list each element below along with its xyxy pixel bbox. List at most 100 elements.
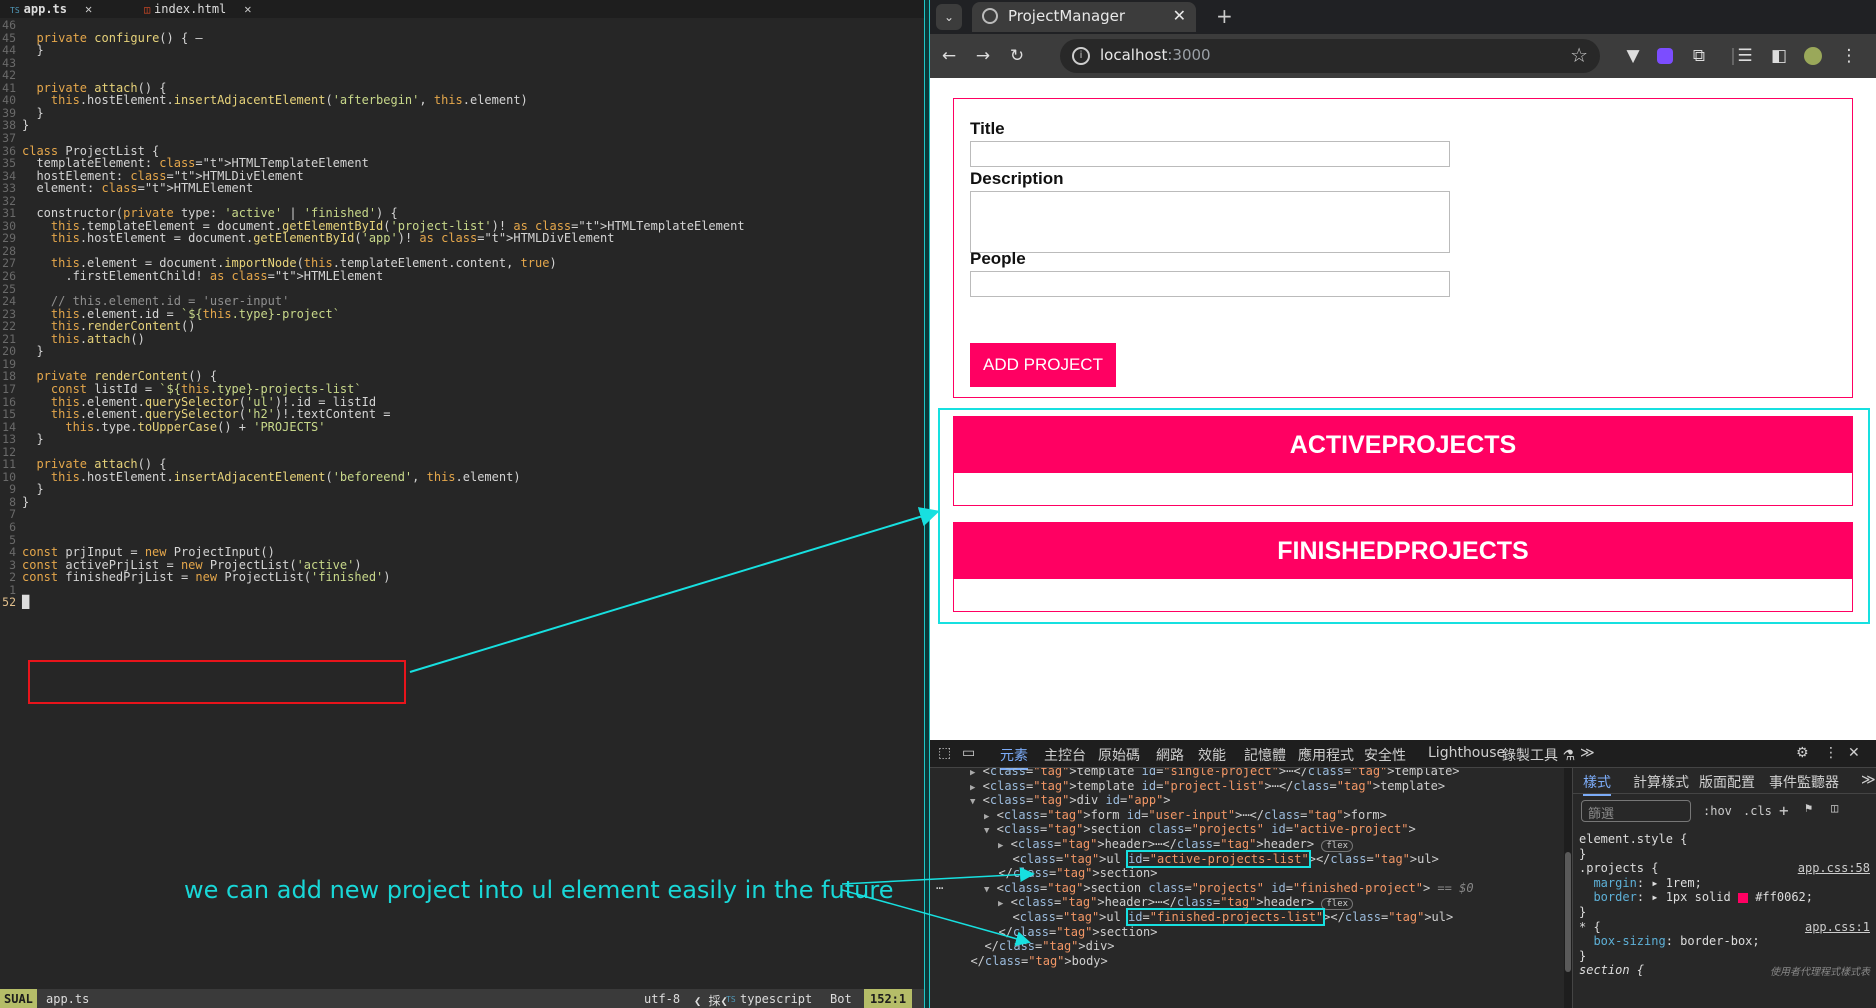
devtools-tab[interactable]: 應用程式 (1298, 745, 1354, 765)
people-input[interactable] (970, 271, 1450, 297)
extension-icon[interactable] (1652, 43, 1678, 69)
title-input[interactable] (970, 141, 1450, 167)
filter-input[interactable]: 篩選 (1581, 800, 1691, 822)
devtools-tab[interactable]: 安全性 (1364, 745, 1406, 765)
style-line[interactable]: section { (1579, 963, 1644, 977)
ellipsis-icon[interactable]: ⋯ (936, 881, 943, 895)
dom-node[interactable]: </class="tag">section> (984, 866, 1157, 880)
style-line[interactable]: margin: ▸ 1rem; (1579, 876, 1701, 890)
devtools-tab[interactable]: 效能 (1198, 745, 1226, 765)
vuetify-extension-icon[interactable]: ▼ (1620, 43, 1646, 69)
devtools-tab[interactable]: 主控台 (1044, 745, 1086, 765)
dom-node[interactable]: ▶ <class="tag">template id="project-list… (970, 779, 1445, 793)
dom-node[interactable]: <class="tag">ul id="finished-projects-li… (998, 908, 1453, 926)
dom-node[interactable]: ▶ <class="tag">template id="single-proje… (970, 768, 1460, 778)
dom-node[interactable]: ▼ <class="tag">section class="projects" … (984, 881, 1474, 895)
reload-icon[interactable]: ↻ (1004, 43, 1030, 69)
code-line[interactable]: } (22, 495, 29, 509)
code-line[interactable]: const finishedPrjList = new ProjectList(… (22, 570, 391, 584)
dom-node[interactable]: <class="tag">ul id="active-projects-list… (998, 849, 1439, 868)
dom-node[interactable]: ▶ <class="tag">form id="user-input">⋯</c… (984, 808, 1387, 822)
dom-tree[interactable]: ▶ <class="tag">template id="single-proje… (930, 768, 1562, 1008)
devtools-tab[interactable]: Lighthouse (1428, 745, 1505, 761)
styles-tab[interactable]: 計算樣式 (1633, 772, 1689, 792)
back-icon[interactable]: ← (936, 43, 962, 69)
site-info-icon[interactable]: i (1072, 47, 1090, 65)
style-source-link[interactable]: app.css:1 (1805, 920, 1870, 934)
tab-search-icon[interactable]: ⌄ (936, 4, 962, 30)
style-line[interactable]: .projects { (1579, 861, 1658, 875)
code-line[interactable]: █ (22, 595, 29, 609)
dom-node[interactable]: </class="tag">section> (984, 925, 1157, 939)
devtools-tab[interactable]: 原始碼 (1098, 745, 1140, 765)
code-line[interactable]: this.type.toUpperCase() + 'PROJECTS' (22, 420, 325, 434)
devtools-tab[interactable]: 元素 (1000, 745, 1028, 770)
style-line[interactable]: } (1579, 949, 1586, 963)
scroll-thumb[interactable] (1565, 852, 1571, 972)
close-icon[interactable]: ✕ (1173, 6, 1186, 25)
dom-node[interactable]: ▼ <class="tag">section class="projects" … (984, 822, 1416, 836)
settings-icon[interactable]: ⚙ (1796, 745, 1809, 761)
styles-tab[interactable]: 版面配置 (1699, 772, 1755, 792)
computed-sidebar-icon[interactable]: ◫ (1831, 801, 1838, 815)
paint-icon[interactable]: ⚑ (1805, 801, 1812, 815)
code-line[interactable]: element: class="t">HTMLElement (22, 181, 253, 195)
description-textarea[interactable] (970, 191, 1450, 253)
code-line[interactable]: } (22, 118, 29, 132)
devtools-tab[interactable]: 錄製工具 ⚗ (1502, 745, 1575, 765)
close-icon[interactable]: ✕ (85, 2, 92, 16)
devtools-tab[interactable]: 記憶體 (1244, 745, 1286, 765)
close-icon[interactable]: ✕ (1848, 745, 1860, 761)
address-bar[interactable]: i localhost:3000 ☆ (1060, 39, 1600, 73)
style-line[interactable]: * { (1579, 920, 1601, 934)
browser-tab[interactable]: ProjectManager ✕ (972, 2, 1196, 32)
style-line[interactable]: border: ▸ 1px solid #ff0062; (1579, 890, 1813, 904)
style-line[interactable]: box-sizing: border-box; (1579, 934, 1759, 948)
bookmark-star-icon[interactable]: ☆ (1570, 43, 1588, 67)
devtools-tab[interactable]: 網路 (1156, 745, 1184, 765)
styles-tab[interactable]: 樣式 (1583, 772, 1611, 796)
code-line[interactable]: private configure() { – (22, 31, 202, 45)
dom-node[interactable]: ▼ <class="tag">div id="app"> (970, 793, 1171, 807)
tab-index-html[interactable]: ◫ index.html ✕ (144, 2, 252, 16)
forward-icon[interactable]: → (970, 43, 996, 69)
style-line[interactable]: element.style { (1579, 832, 1687, 846)
code-line[interactable]: .firstElementChild! as class="t">HTMLEle… (22, 269, 383, 283)
style-source-link[interactable]: 使用者代理程式樣式表 (1770, 963, 1870, 978)
dom-scrollbar[interactable] (1564, 768, 1572, 1008)
dom-node[interactable]: </class="tag">div> (970, 939, 1114, 953)
add-project-button[interactable]: ADD PROJECT (970, 343, 1116, 387)
code-line[interactable]: } (22, 432, 43, 446)
style-line[interactable]: } (1579, 847, 1586, 861)
menu-icon[interactable]: ⋮ (1836, 43, 1862, 69)
new-tab-button[interactable]: + (1216, 4, 1233, 28)
device-toolbar-icon[interactable]: ▭ (962, 745, 975, 761)
more-tabs-icon[interactable]: ≫ (1861, 772, 1876, 788)
avatar[interactable] (1800, 43, 1826, 69)
status-separator: ❮ 採❮ (694, 994, 728, 1008)
code-line[interactable]: this.hostElement.insertAdjacentElement('… (22, 470, 521, 484)
code-editor[interactable]: TS app.ts ✕ ◫ index.html ✕ 46 45 private conf… (0, 0, 924, 1008)
style-line[interactable]: } (1579, 905, 1586, 919)
code-line[interactable]: this.hostElement.insertAdjacentElement('… (22, 93, 528, 107)
puzzle-icon[interactable]: ⧉ (1686, 43, 1712, 69)
dom-node[interactable]: ▶ <class="tag">header>⋯</class="tag">hea… (998, 895, 1354, 911)
code-line[interactable]: } (22, 344, 43, 358)
dom-node[interactable]: </class="tag">body> (956, 954, 1107, 968)
code-line[interactable]: this.hostElement = document.getElementBy… (22, 231, 615, 245)
tab-app-ts[interactable]: TS app.ts ✕ (10, 2, 92, 16)
inspect-element-icon[interactable]: ⬚ (938, 745, 951, 761)
add-rule-icon[interactable]: + (1779, 801, 1789, 820)
editor-tabbar: TS app.ts ✕ ◫ index.html ✕ (0, 0, 924, 18)
side-panel-icon[interactable]: ◧ (1766, 43, 1792, 69)
close-icon[interactable]: ✕ (244, 2, 251, 16)
more-tabs-icon[interactable]: ≫ (1580, 745, 1595, 761)
kebab-menu-icon[interactable]: ⋮ (1824, 745, 1838, 761)
styles-tab[interactable]: 事件監聽器 (1769, 772, 1839, 792)
dom-node[interactable]: ▶ <class="tag">header>⋯</class="tag">hea… (998, 837, 1354, 852)
cls-toggle[interactable]: .cls (1743, 804, 1772, 818)
media-icon[interactable]: ☰ (1732, 43, 1758, 69)
hov-toggle[interactable]: :hov (1703, 804, 1732, 818)
code-line[interactable]: } (22, 43, 43, 57)
style-source-link[interactable]: app.css:58 (1798, 861, 1870, 875)
